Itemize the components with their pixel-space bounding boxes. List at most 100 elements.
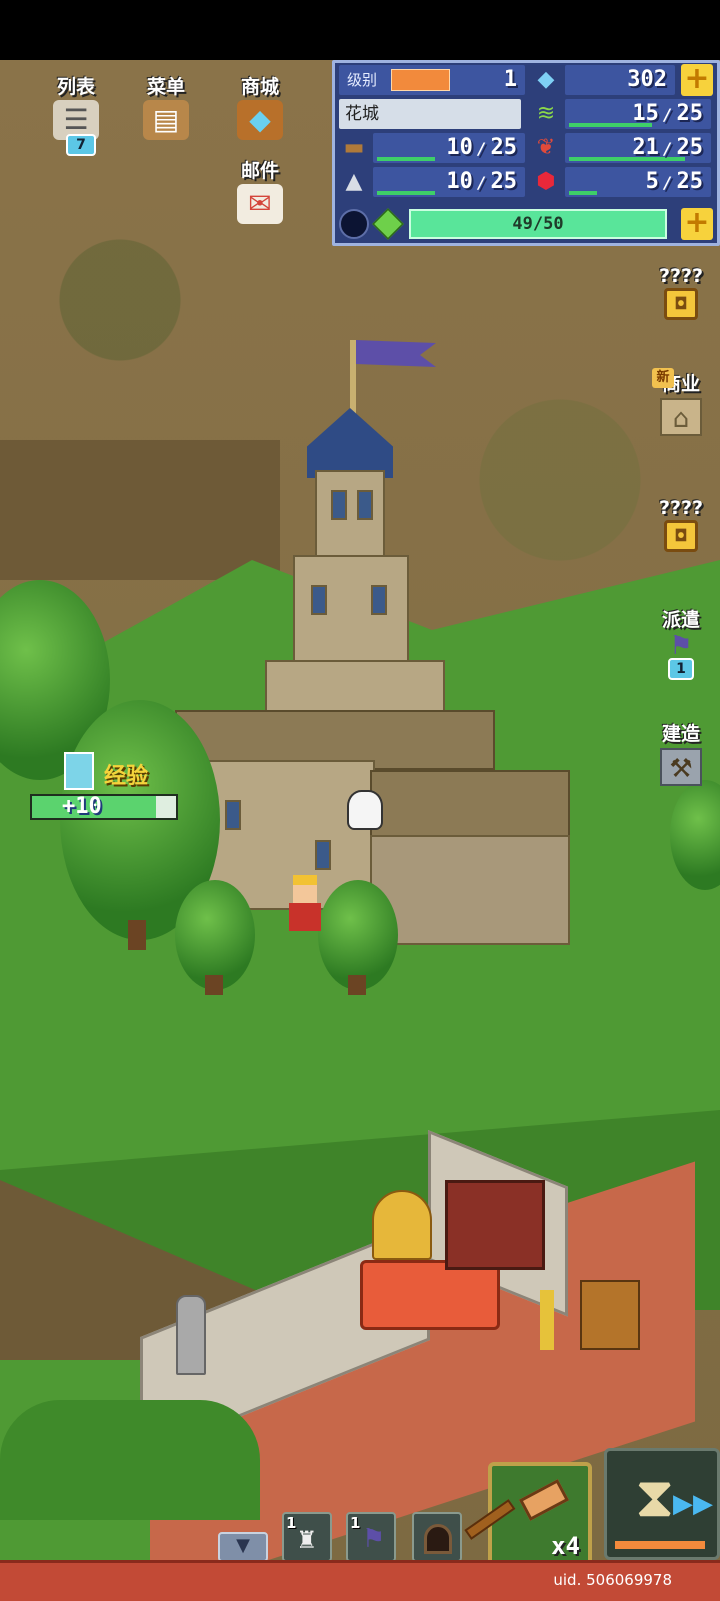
flag-icon: ⚑ [669, 631, 693, 661]
cave-slot-button[interactable] [412, 1512, 462, 1562]
character-body [289, 903, 321, 931]
list-badge: 7 [66, 134, 96, 156]
crown-icon [293, 875, 317, 885]
ruby-amount: 5/25 [646, 169, 703, 194]
top-menu: 列表 ☰ 7 菜单 ▤ 商城 ◆ 邮件 ✉ [46, 76, 306, 236]
shop-button[interactable]: 商城 ◆ [230, 76, 290, 140]
grass-slash: / [662, 105, 673, 124]
king-character[interactable] [285, 875, 325, 931]
ruby-bar [569, 191, 597, 195]
gems-cell: 302 [565, 65, 675, 95]
food-icon: ❦ [536, 135, 556, 160]
ore-cell: 10/25 [373, 167, 525, 197]
hammer-icon: ⚒ [660, 748, 702, 786]
list-label: 列表 [56, 76, 95, 98]
fast-forward-icon: ▶▶ [673, 1489, 713, 1519]
exp-value: +10 [62, 794, 102, 819]
flag-icon [356, 340, 436, 367]
food-amount: 21/25 [632, 135, 703, 160]
candelabra [540, 1290, 554, 1350]
ore-slash: / [476, 173, 487, 192]
padlock-icon: ◘ [664, 288, 698, 320]
flag-pole [350, 340, 356, 420]
dispatch-label: 派遣 [661, 609, 700, 631]
flag-icon: ⚑ [362, 1524, 386, 1554]
user-id: uid. 506069978 [553, 1571, 672, 1589]
flag-slot-button[interactable]: 1 ⚑ [346, 1512, 396, 1562]
castle-slot-button[interactable]: 1 ♜ [282, 1512, 332, 1562]
add-gems-button[interactable]: + [681, 64, 713, 96]
energy-bar: 49/50 [409, 209, 667, 239]
door[interactable] [445, 1180, 545, 1270]
pointer-hand-icon [347, 790, 383, 830]
commerce-button[interactable]: 新 商业 ⌂ [648, 368, 714, 436]
dispatch-button[interactable]: 派遣 ⚑ 1 [648, 608, 714, 680]
menu-button[interactable]: 菜单 ▤ [136, 76, 196, 140]
collapse-arrow-button[interactable]: ▼ [218, 1532, 268, 1562]
throne[interactable] [580, 1280, 640, 1350]
locked-label-2: ???? [658, 497, 704, 519]
grass-cell: 15/25 [565, 99, 711, 129]
exp-bar: +10 [30, 794, 178, 820]
ore-rock-icon: ▲ [345, 169, 363, 194]
envelope-icon: ✉ [237, 184, 283, 224]
bed-headboard [372, 1190, 432, 1260]
build-button[interactable]: 建造 ⚒ [648, 722, 714, 786]
tower-dome [307, 408, 393, 478]
hourglass-icon: ⧗ [635, 1465, 675, 1530]
resource-panel: 级别 1 ◆ 302 + 花城 ≋ 15/25 ▬ 10/25 ❦ 21/25 … [332, 60, 720, 246]
tree-trunk [128, 920, 146, 950]
food-max: 25 [676, 135, 704, 160]
level-cell: 级别 1 [339, 65, 525, 95]
grass-amount: 15/25 [632, 101, 703, 126]
exp-popup: 经验 +10 [30, 752, 180, 822]
list-button[interactable]: 列表 ☰ 7 [46, 76, 106, 156]
hammer-tool-button[interactable]: x4 [464, 1462, 592, 1566]
hall-window [225, 800, 241, 830]
hammer-icon [518, 1479, 570, 1521]
grass-max: 25 [676, 101, 704, 126]
food-cell: 21/25 [565, 133, 711, 163]
food-slash: / [662, 139, 673, 158]
shop-label: 商城 [240, 76, 279, 98]
padlock-icon: ◘ [664, 520, 698, 552]
cave-icon [424, 1524, 452, 1554]
house-icon: ⌂ [660, 398, 702, 436]
ore-amount: 10/25 [446, 169, 517, 194]
speedup-button[interactable]: ⧗ ▶▶ [604, 1448, 720, 1560]
hedge [0, 1400, 260, 1520]
grass-current: 15 [632, 101, 659, 126]
status-bar [0, 0, 720, 60]
locked-feature-1[interactable]: ???? ◘ [648, 264, 714, 320]
hammer-count: x4 [551, 1532, 580, 1560]
level-row: 级别 1 ◆ 302 + [339, 64, 713, 97]
mail-label: 邮件 [240, 160, 279, 182]
mail-button[interactable]: 邮件 ✉ [230, 160, 290, 224]
energy-gem-icon [372, 208, 404, 240]
tower-window [371, 585, 387, 615]
ore-ruby-row: ▲ 10/25 ⬢ 5/25 [339, 167, 713, 199]
tree [318, 880, 398, 990]
exp-label: 经验 [104, 764, 149, 789]
timer-bar [615, 1541, 705, 1549]
menu-label: 菜单 [146, 76, 185, 98]
castle-building[interactable] [175, 340, 585, 980]
ore-bar [377, 191, 435, 195]
shovel-icon [64, 752, 94, 790]
treasure-chest-icon: ◆ [237, 100, 283, 140]
build-label: 建造 [661, 723, 700, 745]
castle-slot-count: 1 [286, 1514, 297, 1532]
tree [175, 880, 255, 990]
hall-window [315, 840, 331, 870]
dispatch-badge: 1 [668, 658, 694, 680]
tower-top [315, 470, 385, 560]
ruby-max: 25 [676, 169, 704, 194]
tower-window [357, 490, 373, 520]
tree-trunk [348, 975, 366, 995]
locked-feature-2[interactable]: ???? ◘ [648, 496, 714, 552]
ruby-icon: ⬢ [536, 169, 556, 194]
add-energy-button[interactable]: + [681, 208, 713, 240]
level-value: 1 [503, 67, 517, 92]
bed[interactable] [360, 1260, 500, 1330]
tower-window [311, 585, 327, 615]
